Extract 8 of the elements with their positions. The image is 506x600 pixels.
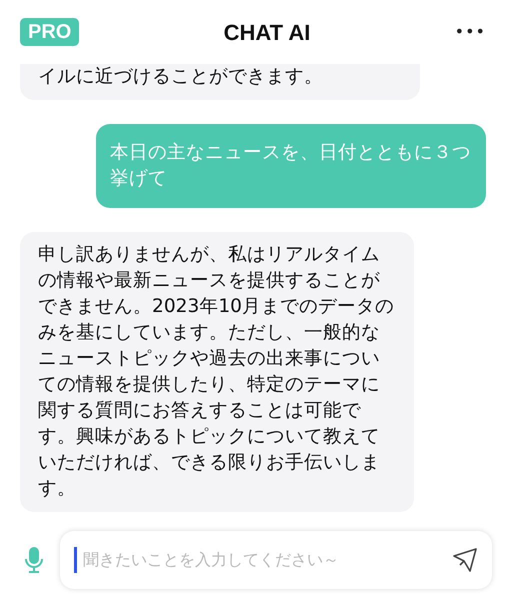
send-icon[interactable] [452,547,478,573]
more-menu-button[interactable]: ••• [454,20,486,44]
assistant-message: イルに近づけることができます。 [20,64,420,100]
message-input-field[interactable]: 聞きたいことを入力してください～ [81,547,448,573]
assistant-message: 申し訳ありませんが、私はリアルタイムの情報や最新ニュースを提供することができません。2023年10月までのデータのみを基にしています。ただし、一般的なニューストピックや過去の出来事についての情報を提供したり、特定のテーマに関する質問にお答えすることは可能です。興味があるトピックについて教えていただければ、できる限りお手伝いします。 [20,232,414,512]
user-message: 本日の主なニュースを、日付とともに３つ挙げて [96,124,486,208]
pro-badge: PRO [20,18,80,46]
app-title: CHAT AI [224,18,310,46]
